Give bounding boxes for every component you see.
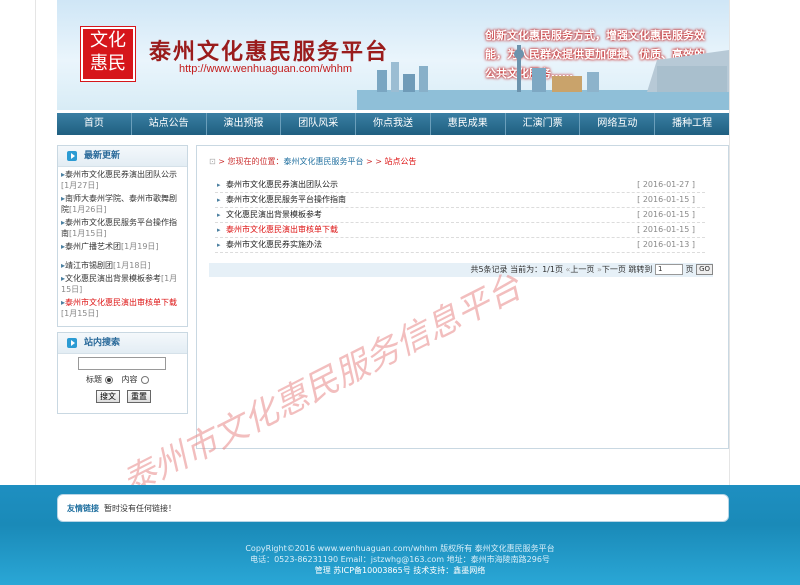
prev-page-link[interactable]: «上一页: [566, 265, 595, 274]
list-item[interactable]: ▸泰州市文化惠民演出审核单下载[1月15日]: [61, 297, 184, 319]
nav-performance-forecast[interactable]: 演出预报: [207, 113, 282, 135]
arrow-icon: ▸: [217, 241, 221, 249]
radio-title[interactable]: [105, 375, 113, 384]
nav-tickets[interactable]: 汇演门票: [506, 113, 581, 135]
announcements-panel: ⊡ > 您现在的位置：泰州文化惠民服务平台 > > 站点公告 ▸ 泰州市文化惠民券…: [196, 145, 729, 449]
latest-updates-label: 最新更新: [84, 151, 121, 161]
table-row[interactable]: ▸ 泰州市文化惠民服务平台操作指南[ 2016-01-15 ]: [215, 193, 705, 208]
list-item[interactable]: ▸泰州市文化惠民服务平台操作指南[1月15日]: [61, 217, 184, 239]
arrow-icon: ▸: [217, 226, 221, 234]
nav-achievements[interactable]: 惠民成果: [431, 113, 506, 135]
site-search-label: 站内搜索: [84, 338, 121, 348]
breadcrumb-lead: 您现在的位置：: [227, 157, 284, 166]
radio-title-label: 标题: [86, 375, 102, 384]
friend-links-empty-text: 暂时没有任何链接！: [104, 504, 176, 513]
nav-sowing-project[interactable]: 播种工程: [655, 113, 729, 135]
arrow-icon: ▸: [217, 181, 221, 189]
arrow-icon: ▸: [217, 196, 221, 204]
header-banner: 文化惠民 泰州文化惠民服务平台 http://www.wenhuaguan.co…: [57, 0, 729, 110]
footer-copyright: CopyRight©2016 www.wenhuaguan.com/whhm 版…: [245, 544, 555, 553]
nav-team-showcase[interactable]: 团队风采: [281, 113, 357, 135]
site-title: 泰州文化惠民服务平台: [149, 39, 390, 65]
right-margin: [729, 0, 800, 490]
friend-links-panel: 友情链接 暂时没有任何链接！: [57, 494, 729, 522]
main-nav: 首页 站点公告 演出预报 团队风采 你点我送 惠民成果 汇演门票 网络互动 播种…: [57, 113, 729, 135]
latest-updates-panel: 最新更新 ▸泰州市文化惠民券演出团队公示[1月27日] ▸南师大泰州学院、泰州市…: [57, 145, 188, 327]
friend-links-title: 友情链接: [67, 504, 99, 513]
list-item[interactable]: ▸泰州市文化惠民券演出团队公示[1月27日]: [61, 169, 184, 191]
search-scope-radios: 标题 内容: [86, 374, 155, 385]
page-unit-label: 页: [685, 265, 694, 274]
page-number-input[interactable]: 1: [654, 264, 683, 275]
site-logo[interactable]: 文化惠民: [80, 26, 136, 82]
footer-icp: 管理 苏ICP备10003865号 技术支持：鑫墨网络: [314, 566, 486, 575]
go-button[interactable]: GO: [696, 264, 713, 275]
search-input[interactable]: [78, 357, 166, 370]
table-row[interactable]: ▸ 文化惠民演出背景模板参考[ 2016-01-15 ]: [215, 208, 705, 223]
list-item[interactable]: ▸文化惠民演出背景模板参考[1月15日]: [61, 273, 184, 295]
table-row[interactable]: ▸ 泰州市文化惠民演出审核单下载[ 2016-01-15 ]: [215, 223, 705, 238]
breadcrumb-separator: > >: [363, 157, 385, 166]
footer-contact: 电话：0523-86231190 Email：jstzwhg@163.com 地…: [250, 555, 550, 564]
list-item[interactable]: ▸靖江市锡剧团[1月18日]: [61, 260, 184, 271]
city-skyline-image: [357, 45, 729, 110]
site-search-title: 站内搜索: [58, 333, 187, 354]
breadcrumb-site-link[interactable]: 泰州文化惠民服务平台: [284, 157, 364, 166]
next-page-link[interactable]: »下一页: [597, 265, 626, 274]
pager-summary: 共5条记录 当前为：1/1页: [470, 265, 563, 274]
arrow-icon: ▸: [217, 211, 221, 219]
search-button[interactable]: 搜文: [96, 390, 120, 403]
left-margin: [0, 0, 36, 490]
table-row[interactable]: ▸ 泰州市文化惠民券实施办法[ 2016-01-13 ]: [215, 238, 705, 253]
home-icon: ⊡: [209, 157, 216, 166]
table-row[interactable]: ▸ 泰州市文化惠民券演出团队公示[ 2016-01-27 ]: [215, 178, 705, 193]
play-icon: [67, 338, 77, 348]
site-search-panel: 站内搜索 标题 内容 搜文 重置: [57, 332, 188, 414]
breadcrumb-current[interactable]: 站点公告: [385, 157, 417, 166]
latest-updates-list: ▸泰州市文化惠民券演出团队公示[1月27日] ▸南师大泰州学院、泰州市歌舞剧院[…: [58, 167, 187, 319]
play-icon: [67, 151, 77, 161]
nav-order-delivery[interactable]: 你点我送: [356, 113, 431, 135]
reset-button[interactable]: 重置: [127, 390, 151, 403]
list-item[interactable]: ▸南师大泰州学院、泰州市歌舞剧院[1月26日]: [61, 193, 184, 215]
site-url: http://www.wenhuaguan.com/whhm: [179, 63, 353, 75]
nav-announcements[interactable]: 站点公告: [132, 113, 207, 135]
pagination: 共5条记录 当前为：1/1页 «上一页 »下一页 跳转到 1 页 GO: [209, 263, 713, 277]
latest-updates-title: 最新更新: [58, 146, 187, 167]
list-item[interactable]: ▸泰州广播艺术团[1月19日]: [61, 241, 184, 252]
jump-label: 跳转到: [628, 265, 653, 274]
breadcrumb: ⊡ > 您现在的位置：泰州文化惠民服务平台 > > 站点公告: [209, 156, 417, 167]
radio-content-label: 内容: [121, 375, 138, 384]
nav-interaction[interactable]: 网络互动: [580, 113, 656, 135]
breadcrumb-arrow-icon: >: [218, 157, 228, 166]
page: 文化惠民 泰州文化惠民服务平台 http://www.wenhuaguan.co…: [0, 0, 800, 585]
article-list: ▸ 泰州市文化惠民券演出团队公示[ 2016-01-27 ] ▸ 泰州市文化惠民服务…: [215, 178, 705, 253]
nav-home[interactable]: 首页: [57, 113, 132, 135]
radio-content[interactable]: [140, 375, 149, 384]
